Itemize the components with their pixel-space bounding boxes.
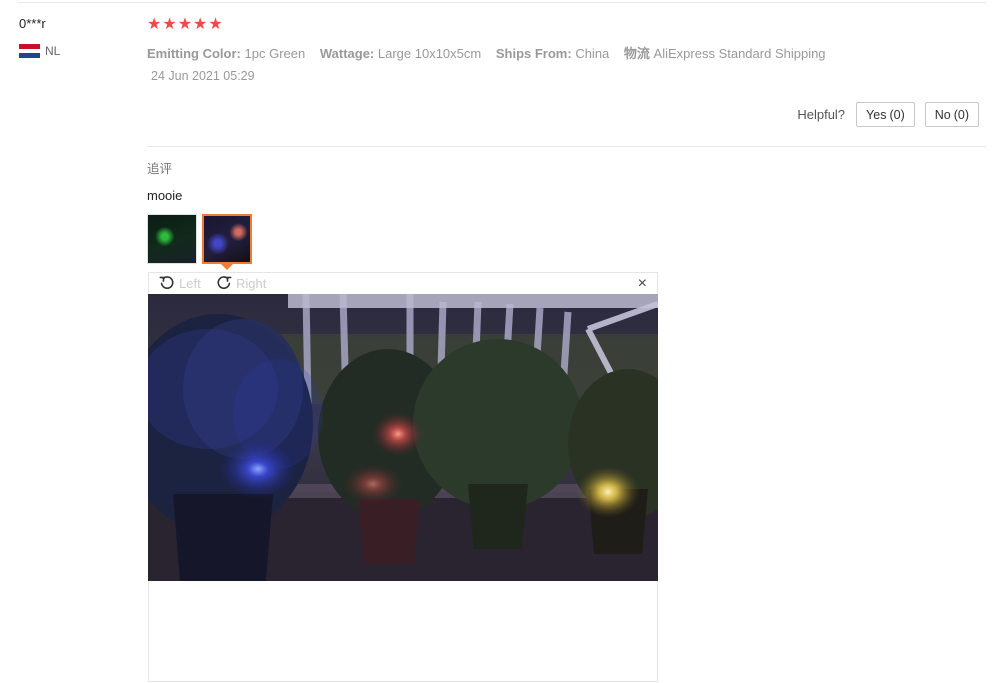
photo-viewer-toolbar: Left Right × <box>149 273 657 294</box>
helpful-yes-button[interactable]: Yes (0) <box>856 102 915 127</box>
star-icon: ★ <box>147 16 162 33</box>
section-divider <box>147 146 986 147</box>
sku-wattage: Wattage: Large 10x10x5cm <box>319 46 482 61</box>
balcony-plants-photo <box>148 294 658 581</box>
review-date: 24 Jun 2021 05:29 <box>151 69 255 83</box>
sku-logistics: 物流 AliExpress Standard Shipping <box>623 46 826 61</box>
star-icon: ★ <box>162 16 177 33</box>
sku-info: Emitting Color: 1pc Green Wattage: Large… <box>147 43 837 62</box>
star-icon: ★ <box>177 16 193 33</box>
country-code: NL <box>45 44 61 58</box>
rating-stars: ★ ★ ★ ★ ★ <box>147 16 223 34</box>
additional-review-text: mooie <box>147 188 183 203</box>
star-icon: ★ <box>208 16 223 33</box>
buyer-country: NL <box>19 44 61 59</box>
buyer-name: 0***r <box>19 16 46 31</box>
rotate-right-button[interactable]: Right <box>216 275 266 291</box>
rotate-right-icon <box>217 276 232 289</box>
sku-emitting-color: Emitting Color: 1pc Green <box>147 46 306 61</box>
photo-viewer: Left Right × <box>148 272 658 682</box>
close-icon[interactable]: × <box>638 273 647 295</box>
review-photo-thumbnail-active[interactable] <box>202 214 252 264</box>
star-icon: ★ <box>193 16 208 33</box>
netherlands-flag-icon <box>19 44 40 59</box>
rotate-left-button[interactable]: Left <box>159 275 201 291</box>
sku-ships-from: Ships From: China <box>495 46 610 61</box>
top-divider <box>18 2 986 3</box>
additional-review-title: 追评 <box>147 162 173 176</box>
rotate-left-icon <box>159 276 174 289</box>
review-photo-thumbnail[interactable] <box>147 214 197 264</box>
helpful-label: Helpful? <box>797 107 846 122</box>
active-thumbnail-indicator <box>221 264 233 270</box>
review-photo-large <box>148 294 658 581</box>
helpful-section: Helpful? Yes (0) No (0) <box>797 102 979 127</box>
review-photo-thumbnails <box>147 214 252 264</box>
helpful-no-button[interactable]: No (0) <box>924 102 979 127</box>
